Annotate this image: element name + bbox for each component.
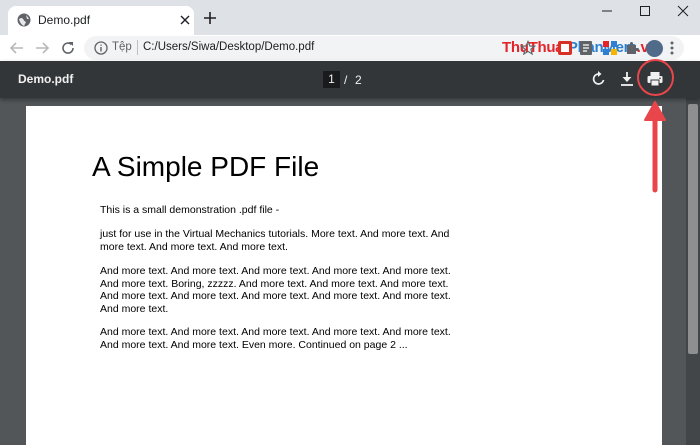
extension-blue-icon[interactable] [578,40,594,56]
browser-toolbar: Tệp C:/Users/Siwa/Desktop/Demo.pdf ThuTh… [0,35,700,61]
print-highlight-circle [637,59,674,96]
paragraph: just for use in the Virtual Mechanics tu… [100,228,450,253]
new-tab-plus-icon[interactable] [203,11,217,25]
document-heading: A Simple PDF File [92,151,320,182]
page-number-input[interactable]: 1 [323,71,340,88]
page-total: 2 [355,73,362,87]
page-separator: / [344,73,348,87]
scheme-label: Tệp [112,41,132,53]
pdf-viewer-toolbar: Demo.pdf 1 / 2 [0,61,700,98]
paragraph: And more text. And more text. And more t… [100,326,451,351]
url-divider [137,40,138,55]
tab-title: Demo.pdf [38,13,91,27]
forward-arrow-icon[interactable] [33,39,51,57]
star-icon[interactable] [520,40,536,56]
address-bar[interactable]: Tệp C:/Users/Siwa/Desktop/Demo.pdf ThuTh… [84,36,684,60]
scrollbar-thumb[interactable] [688,104,698,354]
reload-icon[interactable] [59,39,77,57]
puzzle-icon[interactable] [624,40,640,56]
annotation-arrow [644,101,666,193]
back-arrow-icon[interactable] [8,39,26,57]
maximize-icon[interactable] [626,0,664,22]
pdf-page: A Simple PDF File This is a small demons… [26,106,662,445]
profile-avatar[interactable] [646,40,663,57]
minimize-icon[interactable] [588,0,626,22]
tab-strip: Demo.pdf [0,0,700,35]
extension-red-icon[interactable] [557,40,573,56]
info-icon[interactable] [94,41,108,55]
url-text[interactable]: C:/Users/Siwa/Desktop/Demo.pdf [143,41,314,53]
scrollbar[interactable] [686,98,700,445]
close-icon[interactable] [178,13,192,27]
paragraph: This is a small demonstration .pdf file … [100,204,280,216]
paragraph: And more text. And more text. And more t… [100,265,451,315]
download-icon[interactable] [618,70,636,88]
globe-icon [17,13,31,27]
extension-grid-icon[interactable] [602,40,618,56]
document-title: Demo.pdf [18,72,74,86]
window-close-icon[interactable] [664,0,700,22]
browser-window: Demo.pdf Tệp C:/Users/Siwa/Desktop/Demo.… [0,0,700,445]
kebab-menu-icon[interactable] [666,40,678,56]
tab-demo-pdf[interactable]: Demo.pdf [8,6,194,35]
rotate-icon[interactable] [590,70,608,88]
